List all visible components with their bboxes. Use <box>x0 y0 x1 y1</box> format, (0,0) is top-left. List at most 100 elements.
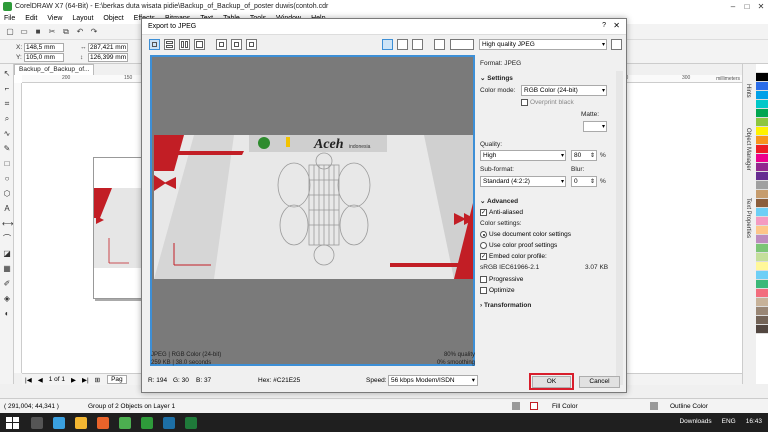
palette-swatch[interactable] <box>756 226 768 235</box>
use-document-color-radio[interactable]: Use document color settings <box>480 231 571 238</box>
palette-swatch[interactable] <box>756 235 768 244</box>
export-preview[interactable]: Aceh indonesia <box>150 55 475 366</box>
palette-swatch[interactable] <box>756 64 768 73</box>
palette-swatch[interactable] <box>756 145 768 154</box>
zoom-in-icon[interactable] <box>397 39 408 50</box>
interactive-fill-icon[interactable]: ◈ <box>2 294 12 304</box>
new-icon[interactable]: ▢ <box>5 27 15 37</box>
transformation-header[interactable]: › Transformation <box>480 302 531 309</box>
close-icon[interactable]: ✕ <box>754 0 768 13</box>
fit-preview-icon[interactable] <box>216 39 227 50</box>
palette-swatch[interactable] <box>756 253 768 262</box>
palette-swatch[interactable] <box>756 73 768 82</box>
drop-shadow-icon[interactable]: ◪ <box>2 249 12 259</box>
palette-swatch[interactable] <box>756 100 768 109</box>
smart-fill-icon[interactable]: ◐ <box>2 309 12 319</box>
windows-start-icon[interactable] <box>6 416 20 429</box>
prev-page-icon[interactable]: ◀ <box>38 376 43 384</box>
no-fill-swatch[interactable] <box>530 402 538 410</box>
fill-icon[interactable] <box>512 402 520 410</box>
matte-select[interactable]: ▾ <box>583 121 607 132</box>
palette-swatch[interactable] <box>756 82 768 91</box>
cut-icon[interactable]: ✂ <box>47 27 57 37</box>
subformat-select[interactable]: Standard (4:2:2) ▾ <box>480 176 566 187</box>
preset-menu-icon[interactable] <box>611 39 622 50</box>
zoom-out-icon[interactable] <box>412 39 423 50</box>
palette-swatch[interactable] <box>756 127 768 136</box>
shape-tool-icon[interactable]: ⌐ <box>2 84 12 94</box>
palette-swatch[interactable] <box>756 271 768 280</box>
text-tool-icon[interactable]: A <box>2 204 12 214</box>
palette-swatch[interactable] <box>756 190 768 199</box>
help-icon[interactable]: ? <box>602 22 606 29</box>
quality-spinbox[interactable]: 80 ⇕ <box>571 150 597 161</box>
pick-tool-icon[interactable]: ↖ <box>2 69 12 79</box>
ellipse-tool-icon[interactable]: ○ <box>2 174 12 184</box>
coreldraw-taskbar-icon[interactable] <box>141 416 153 429</box>
undo-icon[interactable]: ↶ <box>75 27 85 37</box>
redo-icon[interactable]: ↷ <box>89 27 99 37</box>
speed-select[interactable]: 56 kbps Modem/ISDN ▾ <box>388 375 478 386</box>
split-vertical-icon[interactable] <box>179 39 190 50</box>
width-value[interactable]: 287,421 mm <box>88 43 128 52</box>
quality-select[interactable]: High ▾ <box>480 150 566 161</box>
open-icon[interactable]: ▭ <box>19 27 29 37</box>
connector-tool-icon[interactable]: ⌒ <box>2 234 12 244</box>
palette-swatch[interactable] <box>756 298 768 307</box>
y-value[interactable]: 105,0 mm <box>24 53 64 62</box>
next-page-icon[interactable]: ▶ <box>71 376 76 384</box>
palette-swatch[interactable] <box>756 181 768 190</box>
palette-swatch[interactable] <box>756 172 768 181</box>
x-field[interactable]: X: 148,5 mm <box>16 43 64 52</box>
firefox-icon[interactable] <box>97 416 109 429</box>
progressive-checkbox[interactable]: Progressive <box>480 276 523 283</box>
height-value[interactable]: 126,399 mm <box>88 53 128 62</box>
overprint-black-checkbox[interactable]: Overprint black <box>521 99 574 106</box>
preset-select[interactable]: High quality JPEG ▾ <box>479 39 607 50</box>
palette-swatch[interactable] <box>756 136 768 145</box>
excel-icon[interactable] <box>185 416 197 429</box>
maximize-icon[interactable]: □ <box>740 0 754 13</box>
blur-spinbox[interactable]: 0 ⇕ <box>571 176 597 187</box>
polygon-tool-icon[interactable]: ⬡ <box>2 189 12 199</box>
parallel-dimension-icon[interactable]: ⟷ <box>2 219 13 229</box>
freehand-tool-icon[interactable]: ∿ <box>2 129 12 139</box>
palette-swatch[interactable] <box>756 118 768 127</box>
zoom-fit-page-icon[interactable] <box>231 39 242 50</box>
matte-color-picker[interactable] <box>450 39 474 50</box>
palette-swatch[interactable] <box>756 316 768 325</box>
add-page-icon[interactable]: ⊞ <box>95 376 100 384</box>
palette-swatch[interactable] <box>756 307 768 316</box>
rectangle-tool-icon[interactable]: □ <box>2 159 12 169</box>
menu-edit[interactable]: Edit <box>20 15 42 22</box>
outline-pen-icon[interactable] <box>650 402 658 410</box>
use-proof-color-radio[interactable]: Use color proof settings <box>480 242 557 249</box>
cancel-button[interactable]: Cancel <box>579 376 620 388</box>
advanced-header[interactable]: ⌄ Advanced <box>480 197 518 205</box>
palette-swatch[interactable] <box>756 91 768 100</box>
first-page-icon[interactable]: |◀ <box>25 376 32 384</box>
single-preview-icon[interactable] <box>149 39 160 50</box>
artistic-media-icon[interactable]: ✎ <box>2 144 12 154</box>
palette-swatch[interactable] <box>756 280 768 289</box>
zoom-actual-icon[interactable] <box>246 39 257 50</box>
minimize-icon[interactable]: – <box>726 0 740 13</box>
page-tab[interactable]: Pag <box>107 375 127 384</box>
quad-preview-icon[interactable] <box>194 39 205 50</box>
split-horizontal-icon[interactable] <box>164 39 175 50</box>
settings-scrollbar[interactable] <box>616 71 623 385</box>
width-field[interactable]: ↔ 287,421 mm <box>80 43 128 52</box>
palette-swatch[interactable] <box>756 163 768 172</box>
menu-file[interactable]: File <box>0 15 20 22</box>
x-value[interactable]: 148,5 mm <box>24 43 64 52</box>
word-icon[interactable] <box>163 416 175 429</box>
transparency-icon[interactable]: ▦ <box>2 264 12 274</box>
file-explorer-icon[interactable] <box>75 416 87 429</box>
palette-swatch[interactable] <box>756 109 768 118</box>
document-tab[interactable]: Backup_of_Backup_of... <box>14 64 95 75</box>
dialog-close-icon[interactable]: ✕ <box>613 21 620 30</box>
crop-tool-icon[interactable]: ⌗ <box>2 99 12 109</box>
palette-swatch[interactable] <box>756 208 768 217</box>
menu-layout[interactable]: Layout <box>67 15 98 22</box>
task-view-icon[interactable] <box>31 416 43 429</box>
